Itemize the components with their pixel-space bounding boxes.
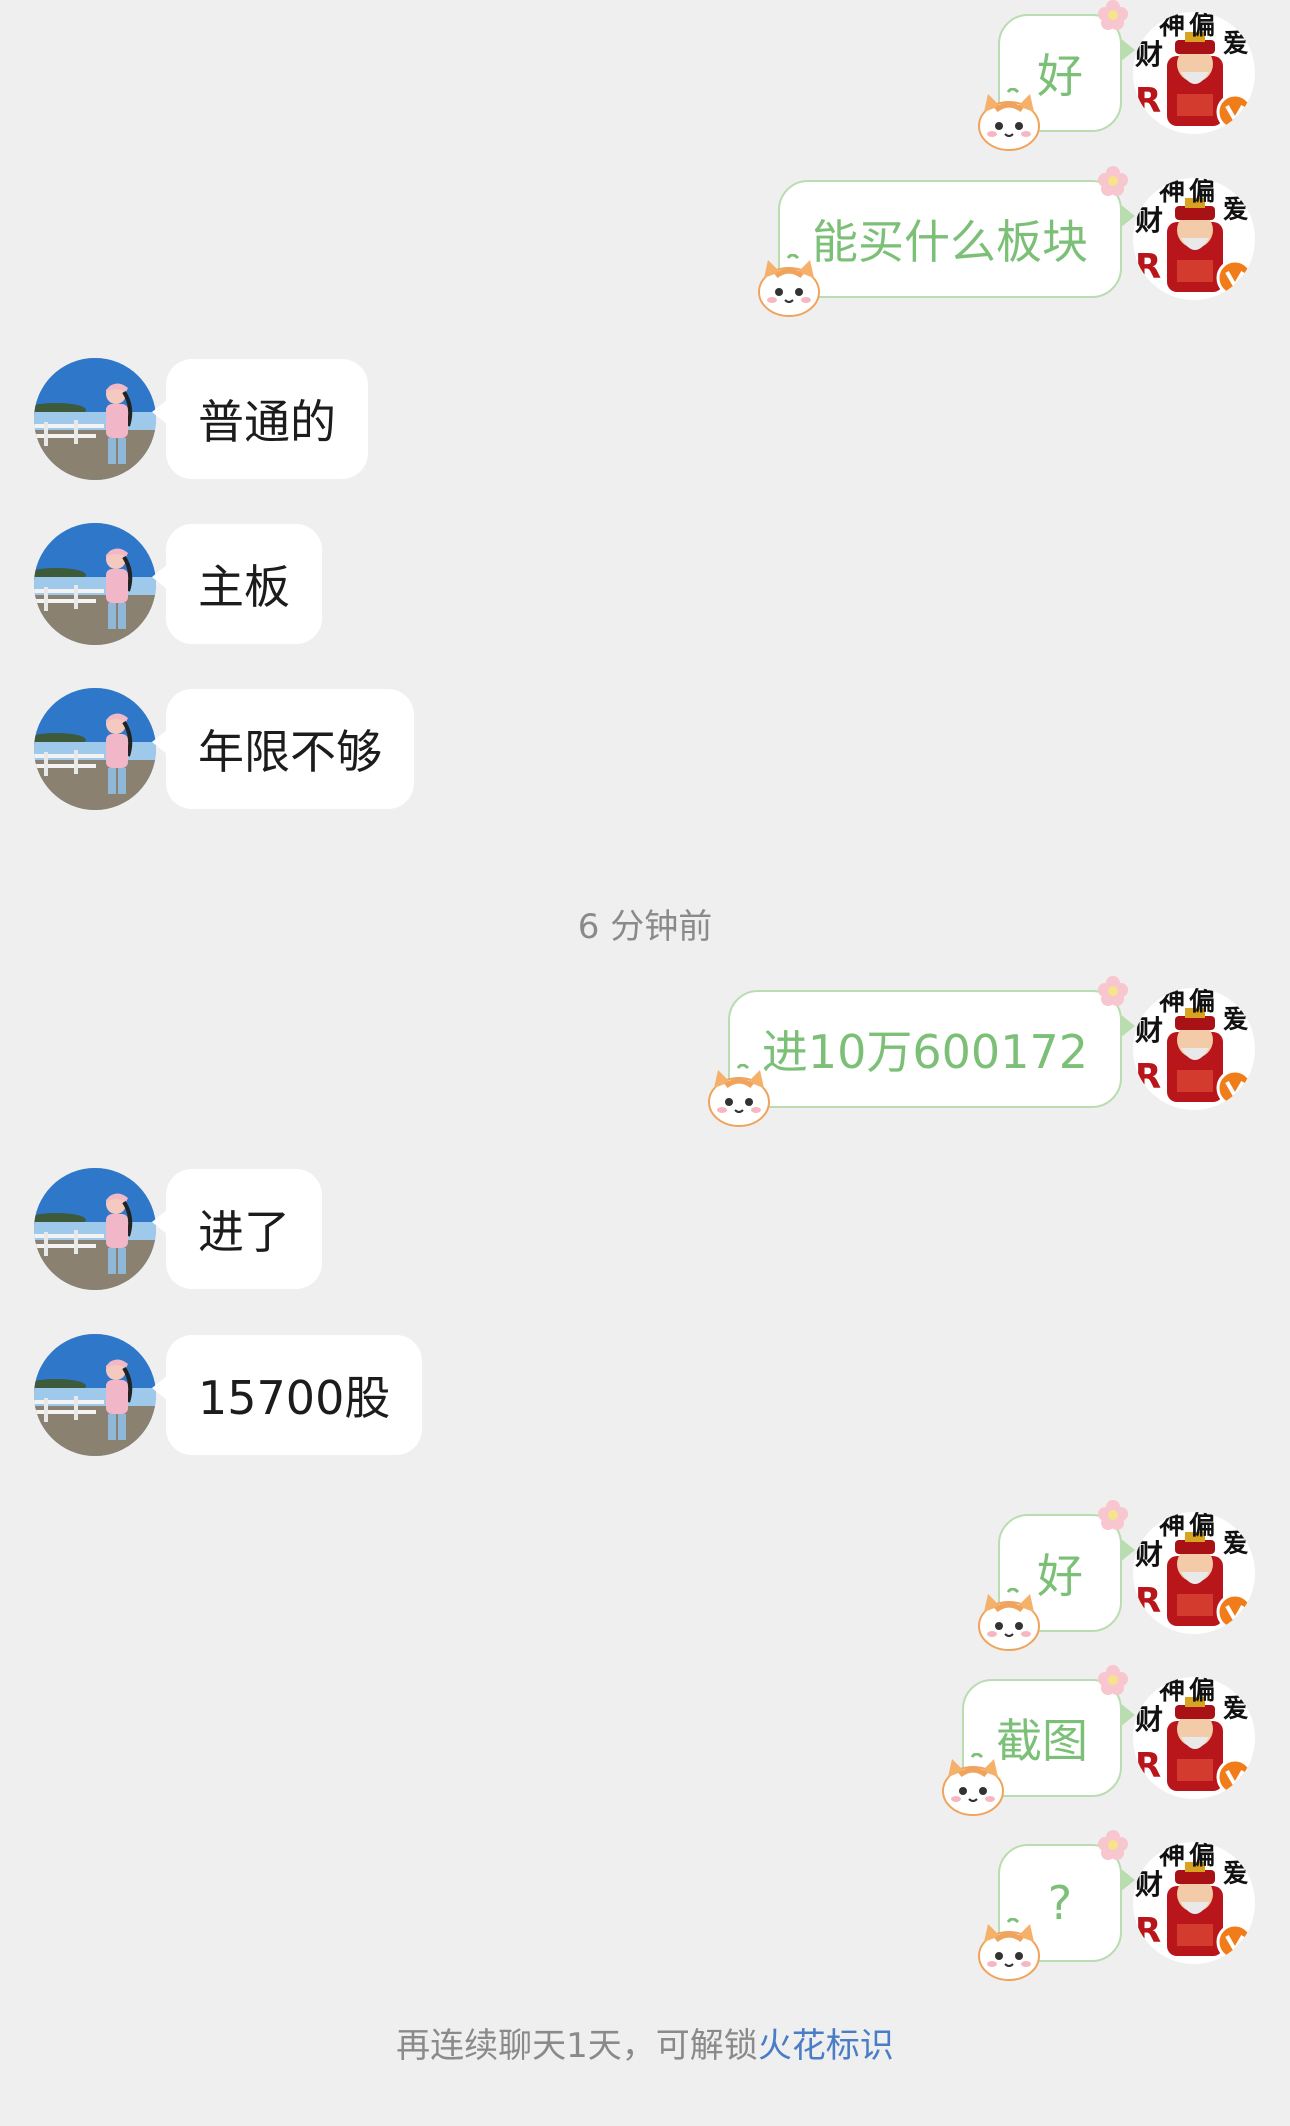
contact-avatar[interactable] (34, 1168, 156, 1290)
flower-sticker-icon (1096, 1663, 1130, 1697)
message-bubble-incoming[interactable]: 15700股 (151, 1335, 423, 1455)
contact-avatar[interactable] (34, 688, 156, 810)
cat-sticker-icon (704, 1064, 774, 1128)
message-bubble-incoming[interactable]: 年限不够 (152, 689, 414, 809)
contact-avatar[interactable] (34, 523, 156, 645)
message-text: 截图 (996, 1714, 1088, 1768)
message-text: 进10万600172 (761, 1025, 1088, 1079)
my-avatar[interactable] (1133, 12, 1255, 134)
flower-sticker-icon (1096, 1498, 1130, 1532)
message-text: 普通的 (198, 395, 336, 449)
spark-badge-link[interactable]: 火花标识 (758, 2026, 894, 2066)
message-text: 能买什么板块 (812, 215, 1088, 269)
cat-sticker-icon (754, 254, 824, 318)
streak-hint-text: 再连续聊天1天，可解锁 (396, 2026, 758, 2066)
cat-sticker-icon (974, 1918, 1044, 1982)
flower-sticker-icon (1096, 1828, 1130, 1862)
message-bubble-outgoing[interactable]: 好 (998, 1514, 1135, 1632)
message-text: 主板 (198, 560, 290, 614)
my-avatar[interactable] (1133, 988, 1255, 1110)
flower-sticker-icon (1096, 0, 1130, 32)
message-bubble-incoming[interactable]: 进了 (152, 1169, 322, 1289)
cat-sticker-icon (974, 88, 1044, 152)
contact-avatar[interactable] (34, 358, 156, 480)
chat-message-list[interactable]: 好 能买什么板块 普通的 主板 年限不够 6 分钟前 进10万600172 进了… (0, 0, 1290, 2126)
streak-hint: 再连续聊天1天，可解锁火花标识 (0, 2018, 1290, 2067)
message-bubble-outgoing[interactable]: ? (998, 1844, 1135, 1962)
message-bubble-incoming[interactable]: 普通的 (152, 359, 368, 479)
flower-sticker-icon (1096, 164, 1130, 198)
my-avatar[interactable] (1133, 1842, 1255, 1964)
message-text: 15700股 (198, 1371, 391, 1425)
message-bubble-incoming[interactable]: 主板 (152, 524, 322, 644)
cat-sticker-icon (974, 1588, 1044, 1652)
message-bubble-outgoing[interactable]: 能买什么板块 (778, 180, 1135, 298)
message-timestamp: 6 分钟前 (577, 907, 713, 947)
my-avatar[interactable] (1133, 1677, 1255, 1799)
message-text: 进了 (198, 1205, 290, 1259)
message-bubble-outgoing[interactable]: 进10万600172 (728, 990, 1136, 1108)
my-avatar[interactable] (1133, 178, 1255, 300)
contact-avatar[interactable] (34, 1334, 156, 1456)
flower-sticker-icon (1096, 974, 1130, 1008)
message-bubble-outgoing[interactable]: 好 (998, 14, 1135, 132)
cat-sticker-icon (938, 1753, 1008, 1817)
my-avatar[interactable] (1133, 1512, 1255, 1634)
message-text: 年限不够 (198, 725, 382, 779)
message-bubble-outgoing[interactable]: 截图 (962, 1679, 1135, 1797)
message-text: ? (1047, 1876, 1073, 1930)
